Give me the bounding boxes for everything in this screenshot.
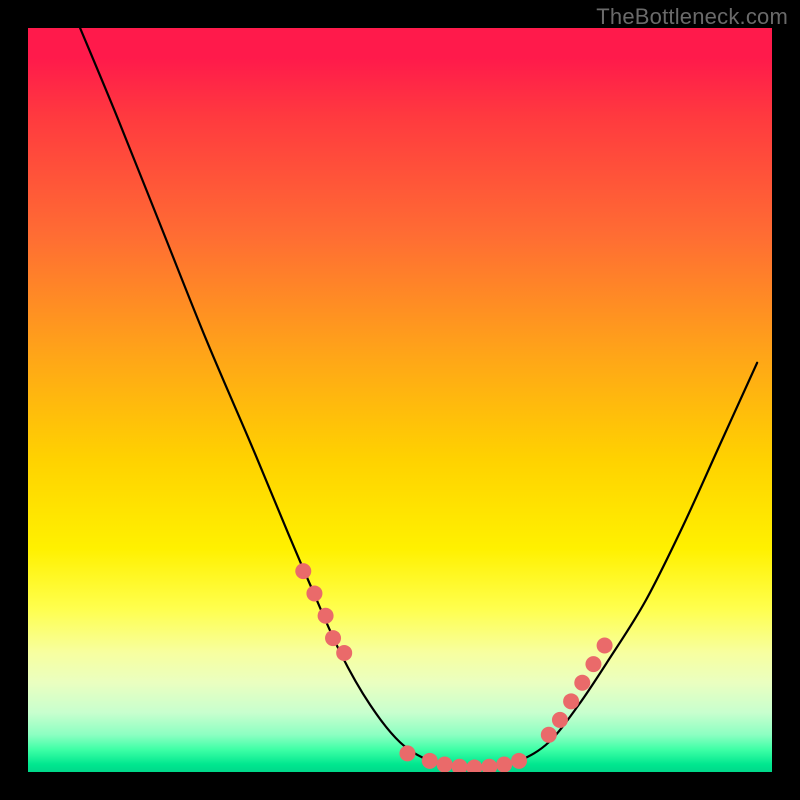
marker-dot (574, 675, 590, 691)
marker-group (295, 563, 612, 772)
marker-dot (295, 563, 311, 579)
marker-dot (318, 608, 334, 624)
marker-dot (563, 693, 579, 709)
plot-area (28, 28, 772, 772)
marker-dot (481, 759, 497, 772)
marker-dot (552, 712, 568, 728)
curve-line (80, 28, 757, 769)
marker-dot (422, 753, 438, 769)
marker-dot (585, 656, 601, 672)
marker-dot (511, 753, 527, 769)
marker-dot (325, 630, 341, 646)
marker-dot (466, 760, 482, 772)
chart-frame: TheBottleneck.com (0, 0, 800, 800)
marker-dot (306, 585, 322, 601)
marker-dot (496, 757, 512, 772)
marker-dot (399, 745, 415, 761)
chart-overlay (28, 28, 772, 772)
marker-dot (541, 727, 557, 743)
marker-dot (336, 645, 352, 661)
marker-dot (437, 757, 453, 772)
watermark-text: TheBottleneck.com (596, 4, 788, 30)
marker-dot (452, 759, 468, 772)
marker-dot (597, 638, 613, 654)
